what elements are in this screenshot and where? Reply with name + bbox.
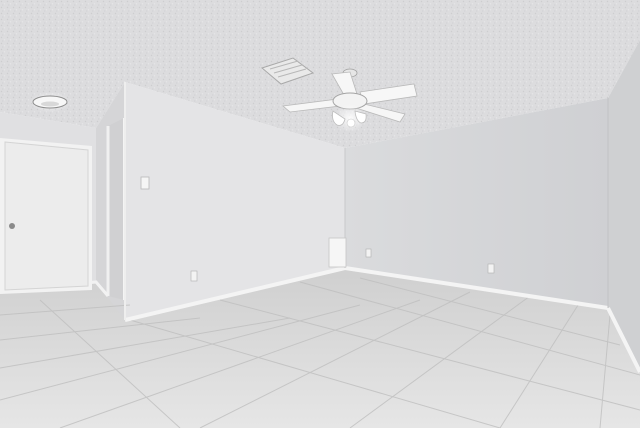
wall-vent (328, 237, 347, 268)
room-illustration (0, 0, 640, 428)
light-switch (140, 176, 150, 190)
outlet-back-right (487, 263, 495, 274)
outlet-left (190, 270, 198, 282)
outlet-back-left (365, 248, 372, 258)
empty-room-photo (0, 0, 640, 428)
ceiling-light (30, 92, 70, 112)
door-knob (9, 223, 15, 229)
hallway-opening (108, 118, 124, 300)
entry-door (0, 138, 92, 294)
